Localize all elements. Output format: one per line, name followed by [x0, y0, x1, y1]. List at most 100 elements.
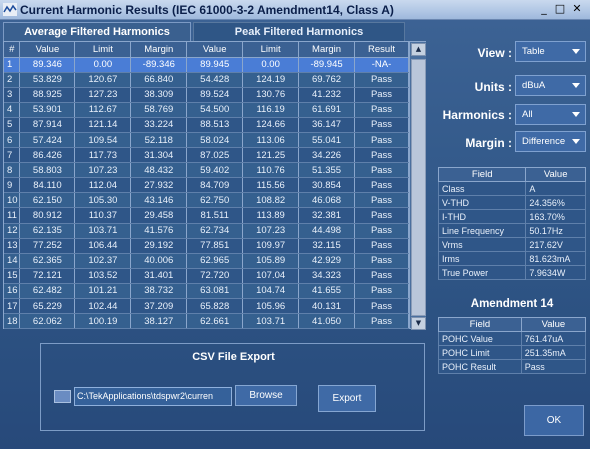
- cell-avg-limit: 105.30: [74, 192, 132, 209]
- table-row[interactable]: 6 57.424 109.54 52.118 58.024 113.06 55.041 Pas…: [4, 132, 409, 149]
- harmonics-dropdown[interactable]: All: [515, 104, 586, 125]
- app-icon: [3, 3, 17, 16]
- cell-index: 15: [4, 268, 21, 284]
- field-value: 7.9634W: [525, 265, 586, 280]
- browse-button[interactable]: Browse: [235, 385, 297, 406]
- table-row[interactable]: 15 72.121 103.52 31.401 72.720 107.04 34.323 Pa…: [4, 268, 409, 284]
- tab-average-filtered-harmonics[interactable]: Average Filtered Harmonics: [3, 22, 191, 41]
- table-row[interactable]: 4 53.901 112.67 58.769 54.500 116.19 61.691 Pas…: [4, 102, 409, 118]
- table-row[interactable]: 16 62.482 101.21 38.732 63.081 104.74 41.655 Pa…: [4, 283, 409, 300]
- field-value: 24.356%: [525, 195, 586, 210]
- scrollbar-thumb[interactable]: [411, 59, 426, 316]
- minimize-button[interactable]: _: [537, 3, 551, 16]
- table-row[interactable]: 9 84.110 112.04 27.932 84.709 115.56 30.854 Pas…: [4, 177, 409, 194]
- table-row[interactable]: 17 65.229 102.44 37.209 65.828 105.96 40.131 Pa…: [4, 298, 409, 315]
- table-row[interactable]: 2 53.829 120.67 66.840 54.428 124.19 69.762 Pas…: [4, 72, 409, 88]
- cell-peak-value: 62.661: [186, 313, 244, 330]
- csv-path-input[interactable]: C:\TekApplications\tdspwr2\curren: [74, 387, 232, 406]
- harmonics-value: All: [522, 109, 533, 120]
- table-row[interactable]: 8 58.803 107.23 48.432 59.402 110.76 51.355 Pas…: [4, 162, 409, 179]
- table-row[interactable]: 5 87.914 121.14 33.224 88.513 124.66 36.147 Pas…: [4, 117, 409, 133]
- cell-result: Pass: [354, 87, 409, 103]
- scroll-down-icon[interactable]: ▼: [411, 317, 426, 330]
- chevron-down-icon: [572, 112, 580, 117]
- cell-peak-margin: 41.050: [298, 313, 356, 330]
- cell-peak-limit: 107.04: [242, 268, 300, 284]
- cell-peak-value: 72.720: [186, 268, 244, 284]
- ok-button[interactable]: OK: [524, 405, 584, 436]
- chevron-down-icon: [572, 139, 580, 144]
- cell-avg-value: 88.925: [19, 87, 76, 103]
- field-name: Class: [437, 181, 527, 196]
- cell-index: 11: [4, 207, 21, 224]
- field-value: A: [525, 181, 586, 196]
- table-row[interactable]: 12 62.135 103.71 41.576 62.734 107.23 44.498 Pa…: [4, 223, 409, 239]
- export-button[interactable]: Export: [318, 385, 376, 412]
- amendment-col-field: Field: [438, 317, 522, 332]
- table-row[interactable]: 14 62.365 102.37 40.006 62.965 105.89 42.929 Pa…: [4, 253, 409, 269]
- margin-label: Margin :: [465, 136, 512, 150]
- scroll-up-icon[interactable]: ▲: [411, 43, 426, 56]
- cell-avg-limit: 100.19: [74, 313, 132, 330]
- cell-peak-margin: 51.355: [298, 162, 356, 179]
- cell-index: 18: [4, 313, 21, 330]
- cell-peak-margin: 55.041: [298, 132, 356, 149]
- cell-index: 1: [4, 57, 21, 73]
- col-header-result[interactable]: Result: [354, 42, 409, 58]
- cell-avg-margin: 66.840: [130, 72, 188, 88]
- table-row[interactable]: 7 86.426 117.73 31.304 87.025 121.25 34.226 Pas…: [4, 147, 409, 164]
- cell-peak-value: 58.024: [186, 132, 244, 149]
- tab-peak-filtered-harmonics[interactable]: Peak Filtered Harmonics: [193, 22, 405, 41]
- table-row[interactable]: 18 62.062 100.19 38.127 62.661 103.71 41.050 Pa…: [4, 313, 409, 330]
- field-value: Pass: [520, 359, 587, 374]
- units-dropdown[interactable]: dBuA: [515, 75, 586, 96]
- harmonics-table-header: # Value Limit Margin Value Limit Margin …: [4, 42, 409, 58]
- close-button[interactable]: ✕: [570, 3, 584, 16]
- amendment-row: POHC Result Pass: [438, 359, 587, 374]
- maximize-button[interactable]: □: [553, 3, 567, 16]
- table-row[interactable]: 13 77.252 106.44 29.192 77.851 109.97 32.115 Pa…: [4, 238, 409, 254]
- cell-avg-margin: 41.576: [130, 223, 188, 239]
- cell-peak-value: 62.750: [186, 192, 244, 209]
- cell-avg-limit: 120.67: [74, 72, 132, 88]
- cell-index: 10: [4, 192, 21, 209]
- folder-icon[interactable]: [54, 390, 71, 403]
- cell-peak-value: 89.524: [186, 87, 244, 103]
- units-label: Units :: [474, 80, 512, 94]
- cell-avg-margin: 29.458: [130, 207, 188, 224]
- cell-peak-margin: 34.323: [298, 268, 356, 284]
- cell-avg-margin: 31.304: [130, 147, 188, 164]
- cell-result: Pass: [354, 298, 409, 315]
- table-row[interactable]: 11 80.912 110.37 29.458 81.511 113.89 32.381 Pa…: [4, 207, 409, 224]
- amendment-row: POHC Limit 251.35mA: [438, 345, 587, 360]
- col-header-avg-value[interactable]: Value: [19, 42, 76, 58]
- col-header-avg-limit[interactable]: Limit: [74, 42, 132, 58]
- field-name: POHC Limit: [438, 345, 522, 360]
- cell-index: 16: [4, 283, 21, 300]
- cell-avg-limit: 110.37: [74, 207, 132, 224]
- col-header-index[interactable]: #: [4, 42, 21, 58]
- table-row[interactable]: 1 89.346 0.00 -89.346 89.945 0.00 -89.945 -NA-: [4, 57, 409, 73]
- cell-avg-limit: 117.73: [74, 147, 132, 164]
- cell-peak-margin: 69.762: [298, 72, 356, 88]
- margin-dropdown[interactable]: Difference: [515, 131, 586, 152]
- cell-peak-limit: 115.56: [242, 177, 300, 194]
- cell-result: Pass: [354, 253, 409, 269]
- col-header-peak-limit[interactable]: Limit: [242, 42, 300, 58]
- table-row[interactable]: 3 88.925 127.23 38.309 89.524 130.76 41.232 Pas…: [4, 87, 409, 103]
- cell-result: Pass: [354, 313, 409, 330]
- table-scrollbar[interactable]: ▲ ▼: [409, 42, 426, 330]
- table-row[interactable]: 10 62.150 105.30 43.146 62.750 108.82 46.068 Pa…: [4, 192, 409, 209]
- col-header-avg-margin[interactable]: Margin: [130, 42, 188, 58]
- cell-avg-value: 89.346: [19, 57, 76, 73]
- col-header-peak-margin[interactable]: Margin: [298, 42, 356, 58]
- cell-result: Pass: [354, 283, 409, 300]
- field-value: 163.70%: [525, 209, 586, 224]
- cell-peak-margin: -89.945: [298, 57, 356, 73]
- view-dropdown[interactable]: Table: [515, 41, 586, 62]
- col-header-peak-value[interactable]: Value: [186, 42, 244, 58]
- cell-index: 7: [4, 147, 21, 164]
- amendment-row: POHC Value 761.47uA: [438, 331, 587, 346]
- cell-avg-value: 87.914: [19, 117, 76, 133]
- title-bar[interactable]: Current Harmonic Results (IEC 61000-3-2 …: [0, 0, 590, 20]
